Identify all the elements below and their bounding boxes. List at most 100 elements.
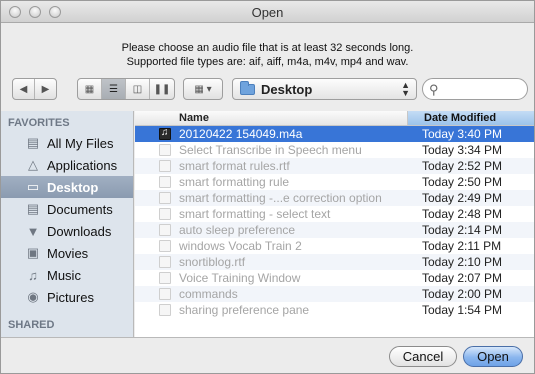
file-name: smart formatting - select text: [179, 207, 331, 221]
sidebar-item-applications[interactable]: △ Applications: [1, 154, 133, 176]
file-row[interactable]: commands Today 2:00 PM: [135, 286, 534, 302]
file-date: Today 2:00 PM: [422, 287, 503, 301]
file-name: smart formatting rule: [179, 175, 290, 189]
sidebar-item-label: Documents: [47, 201, 113, 217]
icon-view-button[interactable]: ▦: [78, 79, 102, 99]
file-date: Today 2:11 PM: [422, 239, 502, 253]
sidebar-header-shared: SHARED: [8, 319, 55, 331]
sidebar-item-pictures[interactable]: ◉ Pictures: [1, 286, 133, 308]
chevron-left-icon: ◀: [19, 83, 28, 95]
file-row[interactable]: 20120422 154049.m4a Today 3:40 PM: [135, 126, 534, 142]
file-name: sharing preference pane: [179, 303, 310, 317]
file-name: 20120422 154049.m4a: [179, 127, 303, 141]
sidebar-item-music[interactable]: ♫ Music: [1, 264, 133, 286]
file-date: Today 2:49 PM: [422, 191, 503, 205]
document-icon: [159, 176, 171, 188]
file-date: Today 2:48 PM: [422, 207, 503, 221]
downloads-icon: ▼: [26, 223, 40, 239]
file-name: snortiblog.rtf: [179, 255, 246, 269]
file-date: Today 2:52 PM: [422, 159, 503, 173]
list-icon: ☰: [109, 83, 118, 95]
documents-icon: ▤: [26, 201, 40, 216]
document-icon: [159, 288, 171, 300]
file-row[interactable]: Select Transcribe in Speech menu Today 3…: [135, 142, 534, 158]
document-icon: [159, 144, 171, 156]
file-row[interactable]: smart formatting -...e correction option…: [135, 190, 534, 206]
open-dialog: Open Please choose an audio file that is…: [0, 0, 535, 374]
chevron-right-icon: ▶: [41, 83, 50, 95]
file-row[interactable]: smart formatting rule Today 2:50 PM: [135, 174, 534, 190]
sidebar: FAVORITES ▤ All My Files △ Applications …: [1, 111, 134, 337]
sidebar-header-favorites: FAVORITES: [8, 117, 70, 129]
file-name: smart format rules.rtf: [179, 159, 290, 173]
search-icon: ⚲: [429, 82, 439, 97]
file-row[interactable]: auto sleep preference Today 2:14 PM: [135, 222, 534, 238]
file-list: Name Date Modified 20120422 154049.m4a T…: [135, 111, 534, 337]
sidebar-item-desktop[interactable]: ▭ Desktop: [1, 176, 133, 198]
file-name: windows Vocab Train 2: [179, 239, 302, 253]
file-date: Today 2:07 PM: [422, 271, 503, 285]
sidebar-item-documents[interactable]: ▤ Documents: [1, 198, 133, 220]
coverflow-view-button[interactable]: ❚❚: [150, 79, 174, 99]
file-row[interactable]: smart format rules.rtf Today 2:52 PM: [135, 158, 534, 174]
file-name: smart formatting -...e correction option: [179, 191, 382, 205]
file-name: commands: [179, 287, 238, 301]
open-button[interactable]: Open: [463, 346, 523, 367]
dialog-message: Please choose an audio file that is at l…: [1, 41, 534, 69]
all-files-icon: ▤: [26, 135, 40, 150]
arrange-button[interactable]: ▦ ▾: [183, 78, 223, 100]
file-row[interactable]: snortiblog.rtf Today 2:10 PM: [135, 254, 534, 270]
file-name: auto sleep preference: [179, 223, 296, 237]
list-view-button[interactable]: ☰: [102, 79, 126, 99]
document-icon: [159, 160, 171, 172]
sidebar-item-label: Music: [47, 267, 81, 283]
column-header-name[interactable]: Name: [135, 111, 408, 125]
file-date: Today 1:54 PM: [422, 303, 503, 317]
forward-button[interactable]: ▶: [35, 79, 56, 99]
button-bar: Cancel Open: [1, 337, 534, 373]
icon-grid-icon: ▦: [84, 83, 95, 95]
sidebar-item-label: Desktop: [47, 179, 99, 195]
back-button[interactable]: ◀: [13, 79, 35, 99]
back-forward-control: ◀ ▶: [12, 78, 57, 100]
file-date: Today 2:14 PM: [422, 223, 503, 237]
title-bar[interactable]: Open: [1, 1, 534, 23]
file-row[interactable]: sharing preference pane Today 1:54 PM: [135, 302, 534, 318]
audio-file-icon: [159, 127, 171, 140]
document-icon: [159, 304, 171, 316]
message-line-2: Supported file types are: aif, aiff, m4a…: [126, 56, 409, 68]
coverflow-icon: ❚❚: [153, 83, 171, 95]
message-line-1: Please choose an audio file that is at l…: [121, 42, 414, 54]
pictures-icon: ◉: [27, 289, 39, 304]
document-icon: [159, 224, 171, 236]
file-row[interactable]: Voice Training Window Today 2:07 PM: [135, 270, 534, 286]
toolbar: ◀ ▶ ▦ ☰ ◫ ❚❚ ▦ ▾ Desktop ▲ ▼ ⚲: [1, 75, 534, 105]
file-date: Today 2:10 PM: [422, 255, 503, 269]
file-date: Today 3:34 PM: [422, 143, 503, 157]
document-icon: [159, 272, 171, 284]
sidebar-item-label: Pictures: [47, 289, 94, 305]
music-icon: ♫: [28, 267, 38, 283]
column-view-button[interactable]: ◫: [126, 79, 150, 99]
view-mode-control: ▦ ☰ ◫ ❚❚: [77, 78, 175, 100]
document-icon: [159, 208, 171, 220]
column-header-date-modified[interactable]: Date Modified: [408, 111, 534, 125]
file-name: Select Transcribe in Speech menu: [179, 143, 362, 157]
folder-icon: [240, 81, 255, 95]
search-field[interactable]: ⚲: [422, 78, 528, 100]
sidebar-item-label: All My Files: [47, 135, 114, 151]
sidebar-item-movies[interactable]: ▣ Movies: [1, 242, 133, 264]
sidebar-item-all-my-files[interactable]: ▤ All My Files: [1, 132, 133, 154]
sidebar-item-label: Applications: [47, 157, 118, 173]
sidebar-item-label: Downloads: [47, 223, 112, 239]
sidebar-item-downloads[interactable]: ▼ Downloads: [1, 220, 133, 242]
file-row[interactable]: smart formatting - select text Today 2:4…: [135, 206, 534, 222]
file-name: Voice Training Window: [179, 271, 301, 285]
arrange-icon: ▦ ▾: [194, 83, 212, 95]
cancel-button[interactable]: Cancel: [389, 346, 457, 367]
document-icon: [159, 192, 171, 204]
location-popup[interactable]: Desktop ▲ ▼: [232, 78, 417, 100]
file-row[interactable]: windows Vocab Train 2 Today 2:11 PM: [135, 238, 534, 254]
applications-icon: △: [28, 157, 38, 172]
window-title: Open: [251, 5, 284, 20]
